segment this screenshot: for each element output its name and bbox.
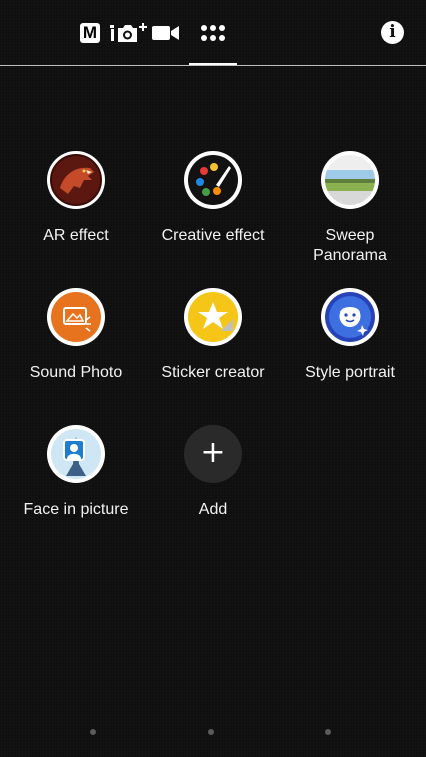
app-sweep-panorama[interactable]: Sweep Panorama (280, 150, 420, 270)
sticker-creator-icon (184, 288, 242, 346)
add-icon[interactable]: + (184, 425, 242, 483)
grid-apps-icon[interactable] (200, 24, 226, 42)
page-indicator-dot (208, 729, 214, 735)
page-indicator-dot (325, 729, 331, 735)
app-sticker-creator[interactable]: Sticker creator (143, 287, 283, 407)
sweep-panorama-icon (321, 151, 379, 209)
app-label: Add (198, 501, 228, 518)
manual-mode-icon[interactable]: M (80, 23, 100, 43)
creative-effect-icon (184, 151, 242, 209)
mode-bar: M i (0, 0, 426, 66)
app-style-portrait[interactable]: Style portrait (280, 287, 420, 407)
video-mode-icon[interactable] (152, 24, 180, 42)
app-label: Style portrait (305, 364, 395, 381)
sound-photo-icon (47, 288, 105, 346)
ar-effect-icon (47, 151, 105, 209)
app-label: Sweep Panorama (313, 227, 387, 264)
page-indicator-dot (90, 729, 96, 735)
app-add[interactable]: + Add (143, 424, 283, 544)
divider (0, 65, 426, 66)
app-label: Sticker creator (161, 364, 265, 381)
info-icon[interactable]: i (381, 21, 404, 44)
app-label: Sound Photo (29, 364, 123, 381)
app-label: AR effect (43, 227, 109, 244)
app-face-in-picture[interactable]: Face in picture (6, 424, 146, 544)
face-in-picture-icon (47, 425, 105, 483)
app-ar-effect[interactable]: AR effect (6, 150, 146, 270)
app-label: Face in picture (23, 501, 129, 518)
app-label: Creative effect (161, 227, 265, 244)
app-sound-photo[interactable]: Sound Photo (6, 287, 146, 407)
app-creative-effect[interactable]: Creative effect (143, 150, 283, 270)
photo-mode-icon[interactable] (109, 21, 151, 45)
style-portrait-icon (321, 288, 379, 346)
